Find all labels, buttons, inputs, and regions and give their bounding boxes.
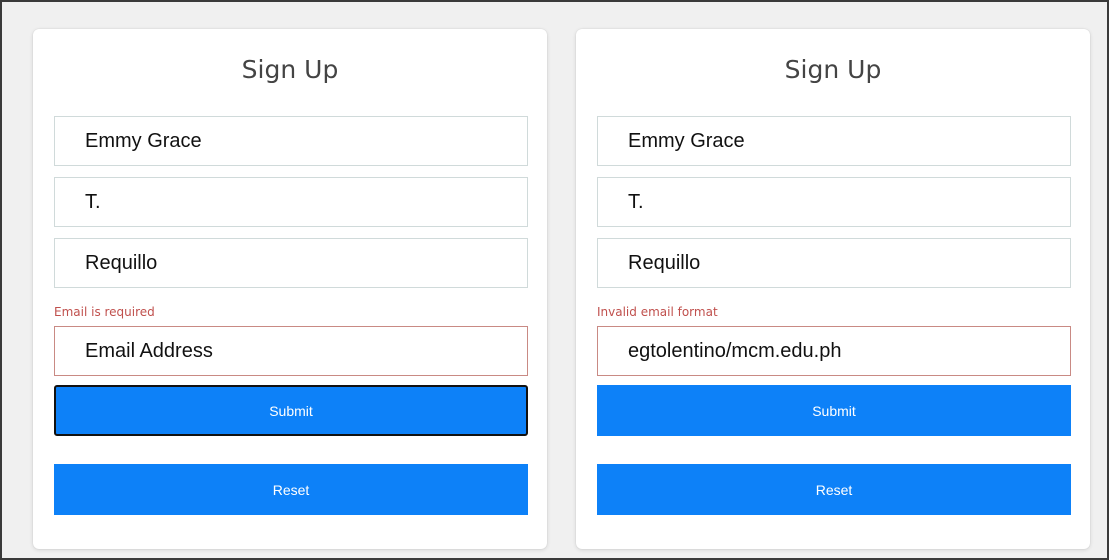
screenshot-frame: Sign Up Emmy Grace T. Requillo Email is … <box>0 0 1109 560</box>
reset-button[interactable]: Reset <box>54 464 528 515</box>
middle-initial-field[interactable]: T. <box>597 177 1071 227</box>
first-name-field[interactable]: Emmy Grace <box>54 116 528 166</box>
email-field[interactable]: egtolentino/mcm.edu.ph <box>597 326 1071 376</box>
last-name-field[interactable]: Requillo <box>54 238 528 288</box>
signup-form-email-required: Sign Up Emmy Grace T. Requillo Email is … <box>33 29 547 549</box>
first-name-field[interactable]: Emmy Grace <box>597 116 1071 166</box>
last-name-field[interactable]: Requillo <box>597 238 1071 288</box>
reset-button[interactable]: Reset <box>597 464 1071 515</box>
email-error-message: Invalid email format <box>597 305 718 319</box>
submit-button[interactable]: Submit <box>54 385 528 436</box>
submit-button[interactable]: Submit <box>597 385 1071 436</box>
email-field[interactable]: Email Address <box>54 326 528 376</box>
email-error-message: Email is required <box>54 305 155 319</box>
signup-form-invalid-email: Sign Up Emmy Grace T. Requillo Invalid e… <box>576 29 1090 549</box>
form-title: Sign Up <box>784 55 882 84</box>
middle-initial-field[interactable]: T. <box>54 177 528 227</box>
form-title: Sign Up <box>241 55 339 84</box>
